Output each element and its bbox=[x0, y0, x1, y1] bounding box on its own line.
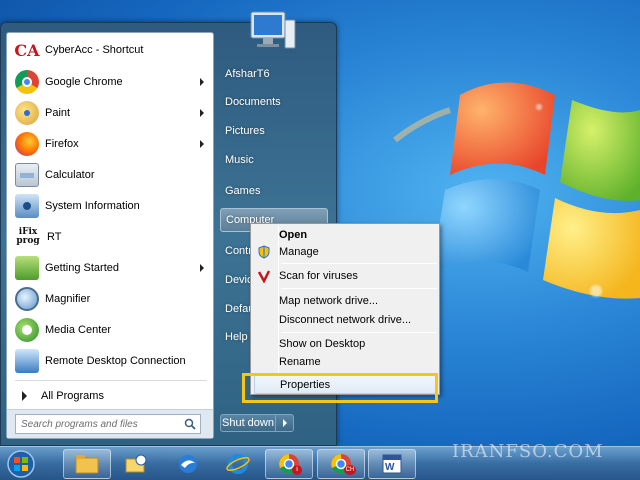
taskbar-chrome-button-1[interactable]: i bbox=[265, 449, 313, 479]
search-input[interactable]: Search programs and files bbox=[15, 414, 201, 434]
menu-item-rename[interactable]: Rename bbox=[254, 352, 436, 372]
program-label: Calculator bbox=[45, 169, 95, 181]
program-item-getting-started[interactable]: Getting Started bbox=[10, 253, 210, 283]
calculator-icon bbox=[15, 163, 39, 187]
right-item-games[interactable]: Games bbox=[220, 179, 328, 203]
program-item-rt[interactable]: iFix prog RT bbox=[10, 222, 210, 252]
magnifier-icon bbox=[15, 287, 39, 311]
mail-clock-icon bbox=[125, 454, 147, 473]
right-item-music[interactable]: Music bbox=[220, 148, 328, 172]
program-label: Getting Started bbox=[45, 262, 119, 274]
search-placeholder: Search programs and files bbox=[21, 419, 138, 430]
ifix-prog-icon: iFix prog bbox=[15, 225, 41, 249]
bird-icon bbox=[179, 455, 197, 473]
taskbar-outlook-button[interactable] bbox=[112, 449, 160, 479]
separator bbox=[15, 380, 207, 381]
menu-item-map-network-drive[interactable]: Map network drive... bbox=[254, 291, 436, 311]
program-item-magnifier[interactable]: Magnifier bbox=[10, 284, 210, 314]
program-label: Magnifier bbox=[45, 293, 91, 305]
highlight-annotation-box bbox=[242, 373, 438, 403]
watermark: IRANFSO.COM bbox=[452, 441, 604, 462]
shutdown-label: Shut down bbox=[222, 417, 274, 429]
program-item-system-information[interactable]: System Information bbox=[10, 191, 210, 221]
shutdown-button[interactable]: Shut down bbox=[220, 414, 276, 432]
search-area: Search programs and files bbox=[7, 409, 213, 438]
taskbar-chrome-button-2[interactable]: CH bbox=[317, 449, 365, 479]
program-label: Paint bbox=[45, 107, 71, 119]
submenu-arrow-icon[interactable] bbox=[200, 109, 204, 117]
all-programs-arrow-icon bbox=[22, 391, 27, 401]
search-icon[interactable] bbox=[184, 418, 196, 430]
paint-icon bbox=[15, 101, 39, 125]
program-label: CyberAcc - Shortcut bbox=[45, 44, 144, 56]
chevron-right-icon bbox=[282, 419, 287, 427]
shutdown-options-button[interactable] bbox=[276, 414, 294, 432]
user-picture-computer-icon[interactable] bbox=[247, 6, 299, 52]
menu-separator bbox=[281, 332, 437, 333]
shield-icon bbox=[258, 245, 270, 259]
start-orb-button[interactable] bbox=[3, 449, 39, 479]
submenu-arrow-icon[interactable] bbox=[200, 78, 204, 86]
remote-desktop-icon bbox=[15, 349, 39, 373]
system-information-icon bbox=[15, 194, 39, 218]
menu-item-show-on-desktop[interactable]: Show on Desktop bbox=[254, 334, 436, 354]
menu-item-disconnect-network-drive[interactable]: Disconnect network drive... bbox=[254, 310, 436, 330]
antivirus-icon bbox=[257, 270, 271, 283]
program-item-firefox[interactable]: Firefox bbox=[10, 129, 210, 159]
right-item-documents[interactable]: Documents bbox=[220, 90, 328, 114]
program-label: Google Chrome bbox=[45, 76, 123, 88]
submenu-arrow-icon[interactable] bbox=[200, 264, 204, 272]
menu-separator bbox=[281, 263, 437, 264]
taskbar-internet-explorer-button[interactable] bbox=[214, 449, 262, 479]
cyberacc-icon: CA bbox=[14, 38, 40, 62]
menu-item-manage[interactable]: Manage bbox=[254, 242, 436, 262]
program-label: RT bbox=[47, 231, 62, 243]
program-label: System Information bbox=[45, 200, 140, 212]
program-item-paint[interactable]: Paint bbox=[10, 98, 210, 128]
program-label: Remote Desktop Connection bbox=[45, 355, 186, 367]
program-item-cyberacc[interactable]: CA CyberAcc - Shortcut bbox=[10, 35, 210, 65]
context-menu: Open Manage Scan for viruses Map network… bbox=[250, 223, 440, 395]
program-label: Media Center bbox=[45, 324, 112, 336]
taskbar-word-button[interactable]: W bbox=[368, 449, 416, 479]
program-item-calculator[interactable]: Calculator bbox=[10, 160, 210, 190]
menu-separator bbox=[281, 288, 437, 289]
internet-explorer-icon bbox=[226, 454, 250, 474]
program-item-media-center[interactable]: Media Center bbox=[10, 315, 210, 345]
getting-started-icon bbox=[15, 256, 39, 280]
word-letter: W bbox=[385, 462, 395, 473]
right-item-pictures[interactable]: Pictures bbox=[220, 119, 328, 143]
program-item-remote-desktop[interactable]: Remote Desktop Connection bbox=[10, 346, 210, 376]
submenu-arrow-icon[interactable] bbox=[200, 140, 204, 148]
program-label: Firefox bbox=[45, 138, 79, 150]
all-programs-label: All Programs bbox=[41, 390, 104, 402]
media-center-icon bbox=[15, 318, 39, 342]
program-item-chrome[interactable]: Google Chrome bbox=[10, 67, 210, 97]
all-programs-button[interactable]: All Programs bbox=[10, 385, 210, 407]
chrome-icon bbox=[15, 70, 39, 94]
firefox-icon bbox=[15, 132, 39, 156]
programs-pane: CA CyberAcc - Shortcut Google Chrome Pai… bbox=[6, 32, 214, 439]
menu-item-scan-for-viruses[interactable]: Scan for viruses bbox=[254, 266, 436, 286]
folder-icon bbox=[75, 455, 99, 474]
taskbar-bird-app-button[interactable] bbox=[164, 449, 212, 479]
profile-badge: CH bbox=[344, 465, 356, 475]
taskbar-explorer-button[interactable] bbox=[63, 449, 111, 479]
right-item-user[interactable]: AfsharT6 bbox=[220, 62, 328, 86]
profile-badge: i bbox=[292, 465, 302, 475]
